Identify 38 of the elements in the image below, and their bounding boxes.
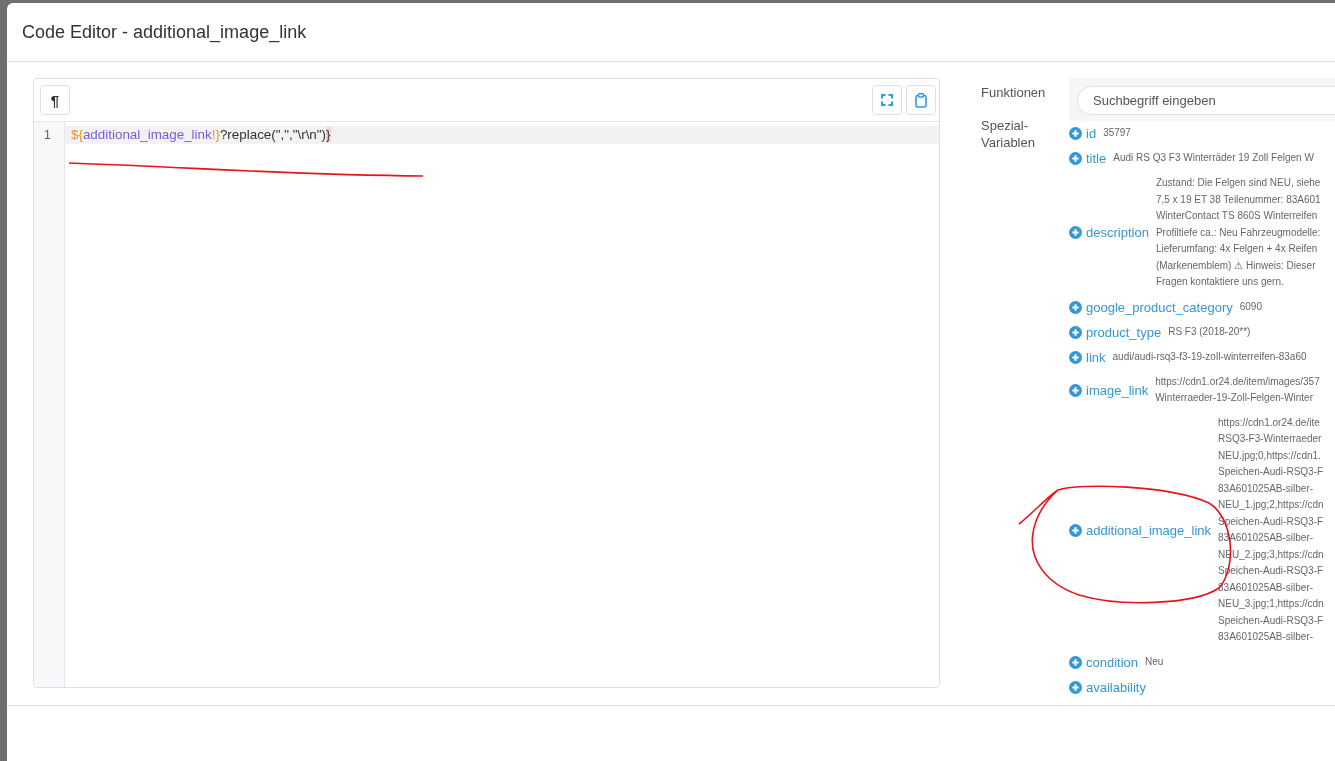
variable-button[interactable]: availability [1069,678,1146,696]
plus-circle-icon [1069,655,1082,669]
variable-button[interactable]: additional_image_link [1069,521,1212,539]
variable-value: Zustand: Die Felgen sind NEU, siehe 7,5 x 19 ET 38 Teilenummer: 83A601 WinterContact TS 860S Winterreifen Profiltiefe ca.: Neu Fahrzeugmodelle: Lieferumfang: 4x Felgen + 4x Reifen (Markenemblem) ⚠ Hinweis: Dieser Fragen kontaktiere uns gern. [1155,176,1321,289]
fullscreen-button[interactable] [872,85,902,115]
plus-circle-icon [1069,680,1082,694]
clipboard-icon [915,92,927,108]
variable-button[interactable]: description [1069,224,1149,242]
variable-button[interactable]: title [1069,150,1107,167]
plus-circle-icon [1069,325,1082,339]
clipboard-button[interactable] [906,85,936,115]
variable-button[interactable]: link [1069,348,1106,366]
fullscreen-icon [881,94,893,106]
formatting-marks-button[interactable]: ¶ [40,85,70,115]
variable-value: audi/audi-rsq3-f3-19-zoll-winterreifen-83a60 [1112,349,1307,364]
variable-button[interactable]: condition [1069,653,1139,671]
variable-value: 35797 [1103,126,1131,141]
dialog-title: Code Editor - additional_image_link [22,21,307,43]
variable-value: 6090 [1239,299,1262,314]
variable-value: Neu [1145,654,1164,669]
plus-circle-icon [1069,523,1082,537]
variable-value: RS F3 (2018-20**) [1168,324,1251,339]
variable-button[interactable]: image_link [1069,381,1149,399]
plus-circle-icon [1069,300,1082,314]
variable-value: Audi RS Q3 F3 Winterräder 19 Zoll Felgen W [1113,151,1314,166]
plus-circle-icon [1069,350,1082,364]
section-label: Spezial-Variablen [981,117,1036,151]
plus-circle-icon [1069,152,1082,165]
plus-circle-icon [1069,127,1082,140]
search-field[interactable]: Suchbegriff eingeben [1077,86,1335,115]
plus-circle-icon [1069,226,1082,240]
plus-circle-icon [1069,383,1082,397]
variable-button[interactable]: product_type [1069,323,1162,341]
variable-button[interactable]: google_product_category [1069,298,1233,316]
variable-button[interactable]: id [1069,125,1097,142]
section-label: Funktionen [981,84,1046,101]
variable-value: https://cdn1.or24.de/item/images/357 Winterraeder-19-Zoll-Felgen-Winter [1155,374,1320,405]
line-number: 1 [42,126,52,144]
